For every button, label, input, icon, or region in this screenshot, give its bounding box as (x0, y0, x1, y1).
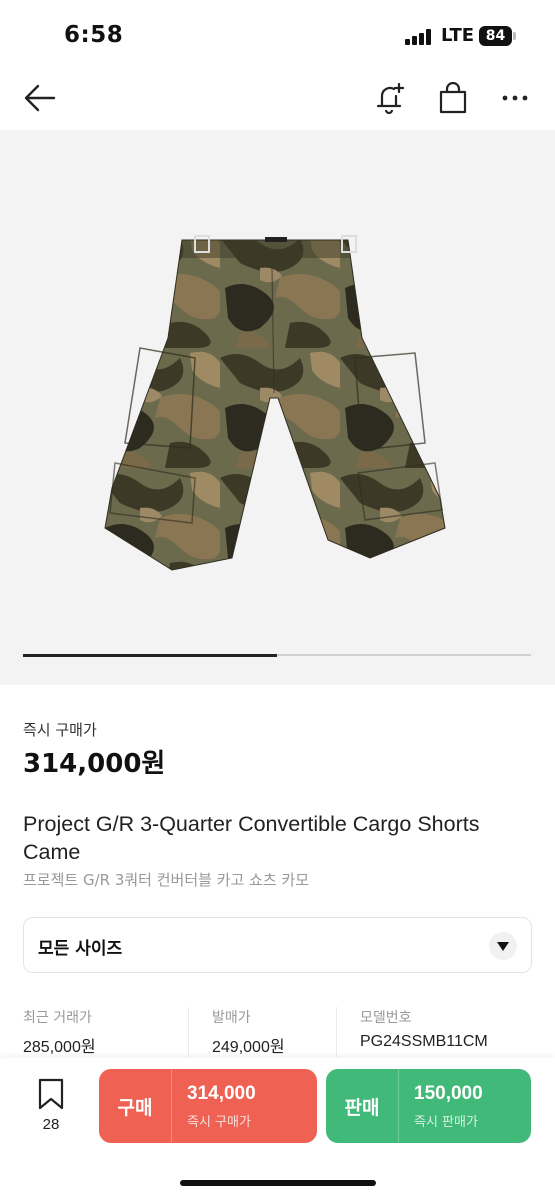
buy-button-label: 구매 (117, 1096, 153, 1119)
info-value: 285,000원 (23, 1039, 96, 1056)
battery-tip (513, 32, 516, 40)
battery-icon: 84 (479, 26, 512, 46)
product-title-ko: 프로젝트 G/R 3쿼터 컨버터블 카고 쇼츠 카모 (23, 871, 310, 889)
buy-button-divider (171, 1069, 172, 1143)
buy-button-sublabel: 즉시 구매가 (187, 1115, 251, 1130)
gallery-progress (23, 653, 531, 657)
status-time: 6:58 (64, 22, 124, 48)
buy-button-amount: 314,000 (187, 1083, 256, 1104)
bottom-action-bar: 28 구매 314,000 즉시 구매가 판매 150,000 즉시 판매가 (0, 1058, 555, 1200)
info-divider (336, 1007, 337, 1057)
bookmark-icon (38, 1078, 64, 1110)
info-label: 발매가 (212, 1010, 251, 1026)
sell-button-amount: 150,000 (414, 1083, 483, 1104)
top-nav (0, 70, 555, 130)
sell-button-sublabel: 즉시 판매가 (414, 1115, 478, 1130)
product-info-row: 최근 거래가 285,000원 발매가 249,000원 모델번호 PG24SS… (0, 1007, 555, 1057)
info-release-price: 발매가 249,000원 (212, 1007, 285, 1057)
triangle-down-icon (489, 932, 517, 960)
product-image (104, 235, 446, 571)
sell-button-label: 판매 (344, 1096, 380, 1119)
bag-button[interactable] (431, 70, 475, 126)
bell-plus-icon (376, 82, 405, 115)
info-recent-price: 최근 거래가 285,000원 (23, 1007, 96, 1057)
signal-icon (405, 29, 435, 45)
size-select-label: 모든 사이즈 (38, 939, 123, 959)
buy-button[interactable]: 구매 314,000 즉시 구매가 (99, 1069, 317, 1143)
network-label: LTE (441, 25, 475, 46)
alert-button[interactable] (368, 70, 412, 126)
price-label: 즉시 구매가 (23, 721, 97, 739)
info-divider (188, 1007, 189, 1057)
arrow-left-icon (24, 84, 56, 112)
home-indicator[interactable] (180, 1180, 376, 1186)
wishlist-button[interactable]: 28 (28, 1078, 74, 1138)
status-bar: 6:58 LTE 84 (0, 0, 555, 70)
gallery-progress-fill (23, 653, 277, 657)
info-label: 모델번호 (360, 1010, 412, 1026)
shopping-bag-icon (439, 82, 467, 114)
info-value: PG24SSMB11CM (360, 1033, 488, 1050)
back-button[interactable] (18, 70, 62, 126)
sell-button-divider (398, 1069, 399, 1143)
product-image-gallery[interactable] (0, 130, 555, 685)
product-title-en: Project G/R 3-Quarter Convertible Cargo … (23, 812, 480, 864)
info-model-number: 모델번호 PG24SSMB11CM (360, 1007, 488, 1057)
wishlist-count: 28 (42, 1116, 60, 1133)
info-label: 최근 거래가 (23, 1010, 92, 1026)
size-select[interactable]: 모든 사이즈 (23, 917, 532, 973)
sell-button[interactable]: 판매 150,000 즉시 판매가 (326, 1069, 531, 1143)
info-value: 249,000원 (212, 1039, 285, 1056)
more-button[interactable] (493, 70, 537, 126)
price-value: 314,000원 (23, 749, 166, 779)
more-dots-icon (502, 95, 528, 101)
